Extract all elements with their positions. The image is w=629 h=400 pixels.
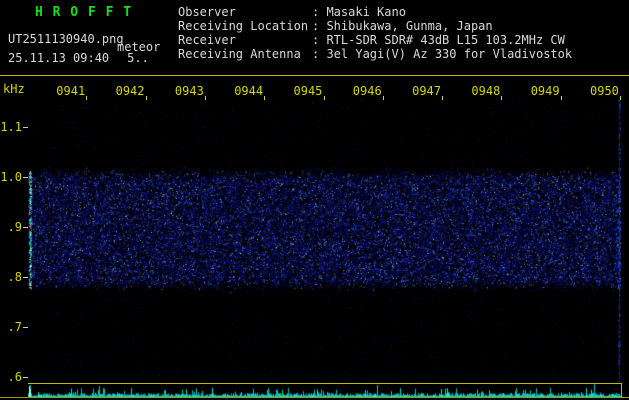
x-tick-label: 0950 bbox=[590, 84, 619, 98]
info-label: Receiver bbox=[178, 33, 236, 47]
minute-counter: 5.. bbox=[127, 51, 149, 65]
timestamp-line: 25.11.13 09:40 5.. bbox=[8, 51, 149, 65]
x-tick-label: 0945 bbox=[293, 84, 323, 98]
info-value: : 3el Yagi(V) Az 330 for Vladivostok bbox=[312, 47, 573, 61]
info-row-receiver: Receiver : RTL-SDR SDR# 43dB L15 103.2MHz… bbox=[178, 33, 572, 47]
x-tick-label: 0942 bbox=[115, 84, 145, 98]
bottom-border-line bbox=[0, 397, 629, 398]
x-tick-label: 0948 bbox=[471, 84, 501, 98]
x-tick-label: 0943 bbox=[174, 84, 204, 98]
y-tick-label: 1.1 bbox=[0, 120, 22, 134]
y-tick-label: .8 bbox=[7, 270, 22, 284]
y-axis-unit-label: kHz bbox=[3, 82, 25, 96]
header-divider-line bbox=[0, 75, 629, 76]
info-label: Receiving Antenna bbox=[178, 47, 301, 61]
app-title: H R O F F T bbox=[35, 5, 133, 20]
date-time: 25.11.13 09:40 bbox=[8, 51, 110, 65]
y-tick-label: .7 bbox=[7, 320, 22, 334]
info-value: : Masaki Kano bbox=[312, 5, 406, 19]
spectrogram-canvas bbox=[28, 100, 621, 383]
info-row-location: Receiving Location: Shibukawa, Gunma, Ja… bbox=[178, 19, 572, 33]
x-tick-label: 0946 bbox=[352, 84, 382, 98]
x-tick-label: 0947 bbox=[412, 84, 441, 98]
y-tick-label: 1.0 bbox=[0, 170, 22, 184]
x-tick-label: 0949 bbox=[530, 84, 560, 98]
y-tick-label: .6 bbox=[7, 370, 22, 384]
hrofft-window: H R O F F T UT2511130940.png meteor 25.1… bbox=[0, 0, 629, 400]
info-label: Observer bbox=[178, 5, 236, 19]
intensity-strip-canvas bbox=[28, 384, 621, 397]
output-filename: UT2511130940.png bbox=[8, 32, 124, 46]
info-label: Receiving Location bbox=[178, 19, 309, 33]
y-tick-label: .9 bbox=[7, 220, 22, 234]
x-tick-label: 0941 bbox=[56, 84, 86, 98]
info-value: : Shibukawa, Gunma, Japan bbox=[312, 19, 493, 33]
info-row-antenna: Receiving Antenna : 3el Yagi(V) Az 330 fo… bbox=[178, 47, 572, 61]
strip-right-line bbox=[621, 383, 622, 398]
station-info: Observer : Masaki Kano Receiving Location… bbox=[178, 5, 572, 61]
info-row-observer: Observer : Masaki Kano bbox=[178, 5, 572, 19]
info-value: : RTL-SDR SDR# 43dB L15 103.2MHz CW bbox=[312, 33, 565, 47]
x-tick-label: 0944 bbox=[234, 84, 264, 98]
